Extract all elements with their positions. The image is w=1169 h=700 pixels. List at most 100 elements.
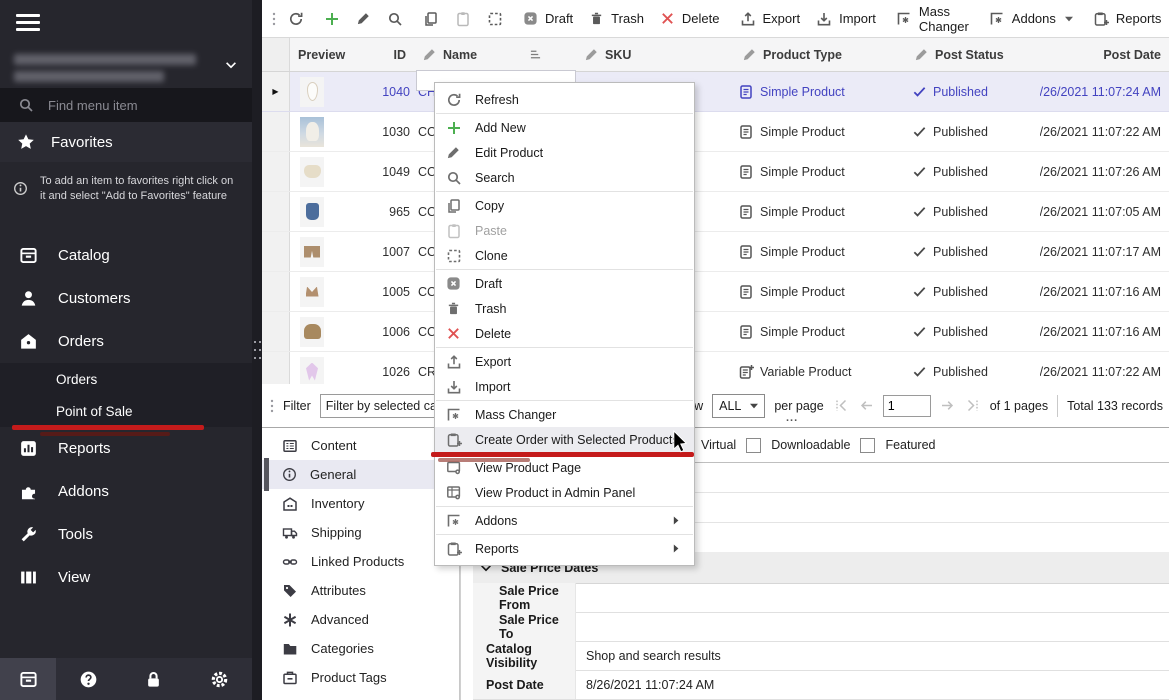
table-row[interactable]: 1049CCSimple ProductPublished8/26/2021 1…	[262, 152, 1169, 192]
menu-item-export[interactable]: Export	[435, 349, 694, 374]
prev-page-icon[interactable]	[859, 399, 874, 412]
tab-advanced[interactable]: Advanced	[262, 605, 459, 634]
column-header-post-status[interactable]: Post Status	[906, 47, 1040, 62]
menu-item-import[interactable]: Import	[435, 374, 694, 399]
cell-id[interactable]: 1040	[374, 85, 414, 99]
tab-general[interactable]: General	[262, 460, 459, 489]
cell-preview[interactable]	[290, 277, 374, 307]
menu-item-draft[interactable]: Draft	[435, 271, 694, 296]
cell-id[interactable]: 1007	[374, 245, 414, 259]
column-header-sku[interactable]: SKU	[576, 47, 734, 62]
column-header-product-type[interactable]: Product Type	[734, 47, 906, 62]
cell-post-status[interactable]: Published	[906, 364, 1040, 379]
table-row[interactable]: 965CCSimple ProductPublished8/26/2021 11…	[262, 192, 1169, 232]
sidebar-item-catalog[interactable]: Catalog	[0, 234, 252, 277]
sidebar-item-view[interactable]: View	[0, 556, 252, 599]
column-header-label[interactable]: Preview	[298, 48, 345, 62]
menu-item-trash[interactable]: Trash	[435, 296, 694, 321]
hamburger-menu-icon[interactable]	[16, 14, 40, 31]
row-selector[interactable]	[262, 272, 290, 311]
cell-post-status[interactable]: Published	[906, 164, 1040, 179]
cell-post-date[interactable]: 8/26/2021 11:07:22 AM	[1040, 125, 1169, 139]
table-row[interactable]: 1006CCSimple ProductPublished8/26/2021 1…	[262, 312, 1169, 352]
cell-post-date[interactable]: 8/26/2021 11:07:16 AM	[1040, 325, 1169, 339]
cell-id[interactable]: 965	[374, 205, 414, 219]
import-button[interactable]: Import	[808, 4, 884, 34]
cell-product-type[interactable]: Simple Product	[734, 84, 906, 100]
cell-preview[interactable]	[290, 237, 374, 267]
cell-id[interactable]: 1006	[374, 325, 414, 339]
menu-item-create-order-with-selected-products[interactable]: Create Order with Selected Products	[435, 427, 694, 452]
column-header-label[interactable]: SKU	[605, 48, 631, 62]
menu-item-edit-product[interactable]: Edit Product	[435, 140, 694, 165]
row-selector[interactable]	[262, 112, 290, 151]
cell-post-status[interactable]: Published	[906, 84, 1040, 99]
cell-preview[interactable]	[290, 157, 374, 187]
gear-icon[interactable]	[210, 670, 229, 689]
cell-preview[interactable]	[290, 317, 374, 347]
first-page-icon[interactable]	[833, 399, 850, 412]
menu-item-search[interactable]: Search	[435, 165, 694, 190]
dots-vertical-icon[interactable]	[268, 11, 280, 27]
column-header-preview[interactable]: Preview	[290, 48, 374, 62]
reports-button[interactable]: Reports	[1085, 4, 1169, 34]
cell-id[interactable]: 1030	[374, 125, 414, 139]
column-header-id[interactable]: ID	[374, 48, 414, 62]
bottom-bar-active-segment[interactable]	[0, 658, 56, 700]
tab-content[interactable]: Content	[262, 431, 459, 460]
dots-vertical-icon[interactable]	[270, 398, 274, 414]
copy-button[interactable]	[415, 4, 447, 34]
addons-button[interactable]: Addons	[981, 4, 1081, 34]
cell-post-status[interactable]: Published	[906, 244, 1040, 259]
menu-item-view-product-in-admin-panel[interactable]: View Product in Admin Panel	[435, 480, 694, 505]
last-page-icon[interactable]	[964, 399, 981, 412]
page-number-input[interactable]	[883, 395, 931, 417]
delete-button[interactable]: Delete	[652, 4, 728, 34]
account-selector[interactable]	[0, 50, 252, 86]
lock-icon[interactable]	[144, 670, 163, 689]
cell-preview[interactable]	[290, 117, 374, 147]
cell-product-type[interactable]: Simple Product	[734, 204, 906, 220]
row-selector[interactable]	[262, 312, 290, 351]
cell-product-type[interactable]: Simple Product	[734, 164, 906, 180]
cell-product-type[interactable]: Simple Product	[734, 284, 906, 300]
sidebar-search[interactable]: Find menu item	[0, 88, 252, 122]
question-icon[interactable]	[79, 670, 98, 689]
row-selector[interactable]	[262, 232, 290, 271]
cell-post-date[interactable]: 8/26/2021 11:07:05 AM	[1040, 205, 1169, 219]
table-row[interactable]: 1005CCSimple ProductPublished8/26/2021 1…	[262, 272, 1169, 312]
menu-item-reports[interactable]: Reports	[435, 536, 694, 561]
field-value[interactable]	[576, 583, 1169, 612]
paste-button[interactable]	[447, 4, 479, 34]
column-header-label[interactable]: Post Status	[935, 48, 1004, 62]
tab-linked-products[interactable]: Linked Products	[262, 547, 459, 576]
archive-icon[interactable]	[19, 670, 38, 689]
sidebar-item-favorites[interactable]: Favorites	[0, 122, 252, 162]
menu-item-addons[interactable]: Addons	[435, 508, 694, 533]
tab-inventory[interactable]: Inventory	[262, 489, 459, 518]
cell-preview[interactable]	[290, 357, 374, 387]
column-header-label[interactable]: Product Type	[763, 48, 842, 62]
table-row[interactable]: 1007CCSimple ProductPublished8/26/2021 1…	[262, 232, 1169, 272]
edit-button[interactable]	[348, 4, 379, 34]
draft-button[interactable]: Draft	[515, 4, 581, 34]
sidebar-item-orders[interactable]: Orders	[0, 320, 252, 363]
cell-product-type[interactable]: Simple Product	[734, 244, 906, 260]
cell-product-type[interactable]: Variable Product	[734, 364, 906, 380]
cell-post-status[interactable]: Published	[906, 204, 1040, 219]
add-new-button[interactable]	[316, 4, 348, 34]
cell-post-date[interactable]: 8/26/2021 11:07:24 AM	[1040, 85, 1169, 99]
menu-item-refresh[interactable]: Refresh	[435, 87, 694, 112]
cell-preview[interactable]	[290, 197, 374, 227]
sort-asc-icon[interactable]	[529, 49, 542, 60]
mass-changer-button[interactable]: Mass Changer	[888, 4, 977, 34]
menu-item-clone[interactable]: Clone	[435, 243, 694, 268]
tab-product-tags[interactable]: Product Tags	[262, 663, 459, 692]
cell-post-date[interactable]: 8/26/2021 11:07:26 AM	[1040, 165, 1169, 179]
cell-id[interactable]: 1049	[374, 165, 414, 179]
tab-shipping[interactable]: Shipping	[262, 518, 459, 547]
cell-post-status[interactable]: Published	[906, 124, 1040, 139]
cell-product-type[interactable]: Simple Product	[734, 324, 906, 340]
menu-item-paste[interactable]: Paste	[435, 218, 694, 243]
cell-post-status[interactable]: Published	[906, 324, 1040, 339]
